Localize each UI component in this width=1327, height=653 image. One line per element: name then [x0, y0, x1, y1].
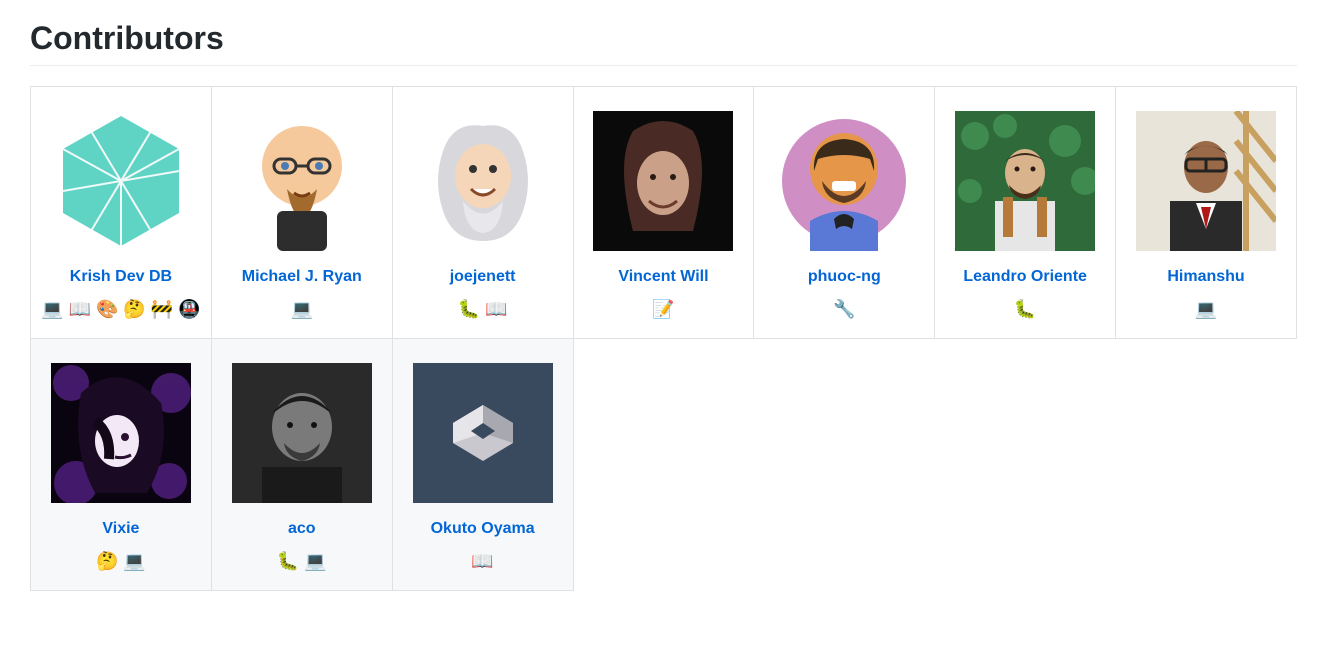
contributor-name-link[interactable]: Okuto Oyama [431, 517, 535, 541]
contributor-name-link[interactable]: Himanshu [1167, 265, 1244, 289]
contributor-cell: Krish Dev DB 💻 📖 🎨 🤔 🚧 🚇 [31, 87, 212, 339]
contribution-icons: 🤔 💻 [37, 547, 205, 576]
contributor-name-link[interactable]: Leandro Oriente [963, 265, 1087, 289]
avatar [955, 111, 1095, 251]
contributor-name-link[interactable]: joejenett [450, 265, 516, 289]
contributor-cell: joejenett 🐛 📖 [392, 87, 573, 339]
contributor-cell: Michael J. Ryan 💻 [211, 87, 392, 339]
avatar [413, 111, 553, 251]
contributor-name-link[interactable]: Krish Dev DB [70, 265, 172, 289]
section-heading: Contributors [30, 20, 1297, 66]
avatar [51, 363, 191, 503]
contribution-icons: 🐛 [941, 295, 1109, 324]
avatar [232, 363, 372, 503]
contribution-icons: 💻 [218, 295, 386, 324]
contributor-name-link[interactable]: Michael J. Ryan [242, 265, 362, 289]
contribution-icons: 🔧 [760, 295, 928, 324]
contributor-cell: phuoc-ng 🔧 [754, 87, 935, 339]
avatar [413, 363, 553, 503]
contributor-cell: Leandro Oriente 🐛 [935, 87, 1116, 339]
avatar [51, 111, 191, 251]
contributor-cell: Okuto Oyama 📖 [392, 338, 573, 590]
contributor-name-link[interactable]: Vincent Will [618, 265, 708, 289]
contribution-icons: 🐛 💻 [218, 547, 386, 576]
contribution-icons: 📖 [399, 547, 567, 576]
contributor-cell: Vincent Will 📝 [573, 87, 754, 339]
avatar [593, 111, 733, 251]
avatar [232, 111, 372, 251]
contributor-name-link[interactable]: aco [288, 517, 316, 541]
contributor-cell: Vixie 🤔 💻 [31, 338, 212, 590]
contributor-name-link[interactable]: phuoc-ng [808, 265, 881, 289]
contribution-icons: 💻 📖 🎨 🤔 🚧 🚇 [37, 295, 205, 324]
contributor-cell: aco 🐛 💻 [211, 338, 392, 590]
contributors-table: Krish Dev DB 💻 📖 🎨 🤔 🚧 🚇 Michael J. Ryan… [30, 86, 1297, 591]
contributor-cell: Himanshu 💻 [1116, 87, 1297, 339]
avatar [774, 111, 914, 251]
contributor-name-link[interactable]: Vixie [102, 517, 139, 541]
contribution-icons: 🐛 📖 [399, 295, 567, 324]
avatar [1136, 111, 1276, 251]
contribution-icons: 📝 [580, 295, 748, 324]
contribution-icons: 💻 [1122, 295, 1290, 324]
